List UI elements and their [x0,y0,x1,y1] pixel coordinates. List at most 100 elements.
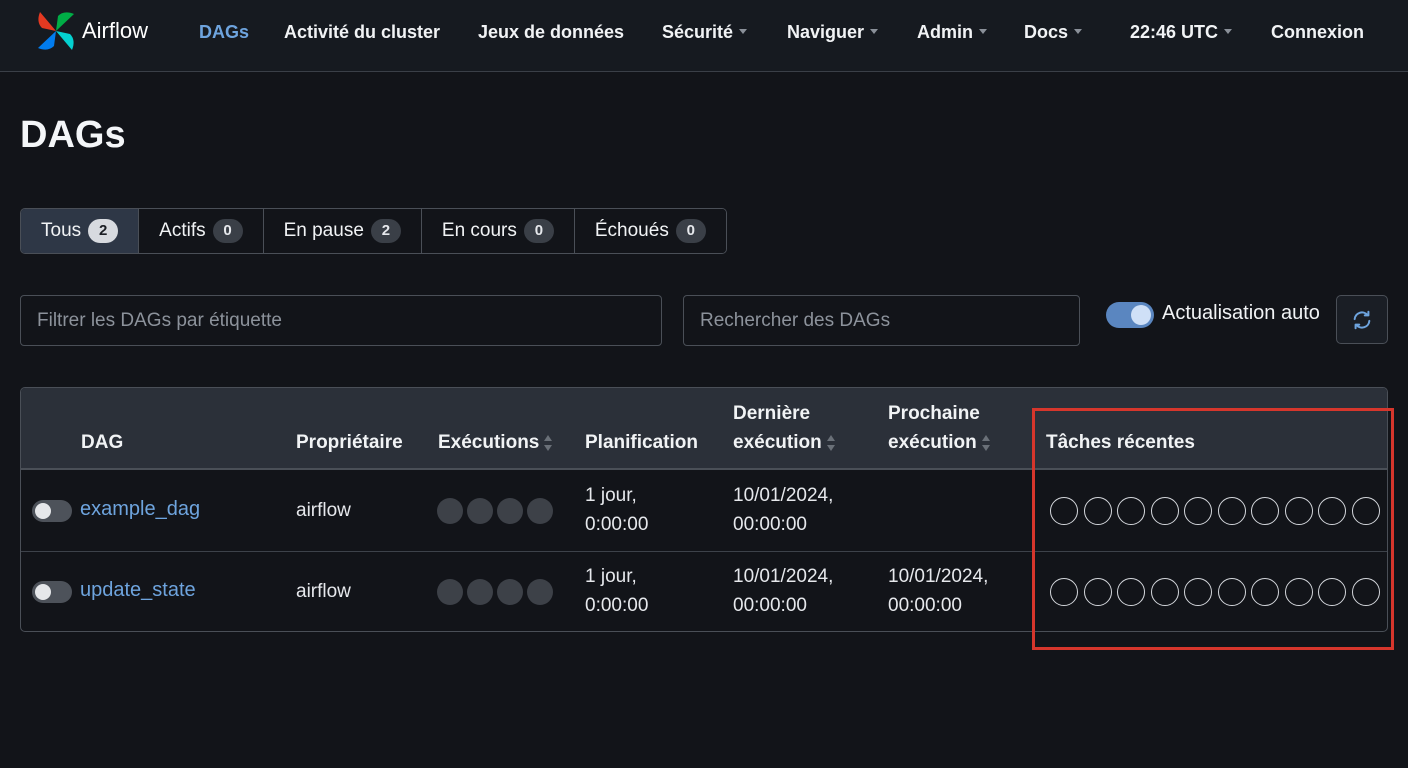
next-run-cell: 10/01/2024, 00:00:00 [888,562,988,620]
next-run-line2: 00:00:00 [888,595,962,616]
nav-security[interactable]: Sécurité [662,22,748,43]
header-next-run-label: exécution [888,432,977,453]
count-badge: 0 [523,219,554,243]
pause-toggle[interactable] [32,581,72,603]
nav-datasets[interactable]: Jeux de données [478,22,624,43]
task-status-circle[interactable] [1050,578,1078,606]
nav-dags[interactable]: DAGs [199,22,249,43]
last-run-line2: 00:00:00 [733,514,807,535]
run-status-dot[interactable] [527,579,553,605]
tab-active[interactable]: Actifs 0 [139,209,264,253]
nav-admin-label: Admin [917,22,973,42]
task-status-circle[interactable] [1284,578,1313,606]
last-run-line1: 10/01/2024, [733,485,834,506]
task-status-circle[interactable] [1083,578,1112,606]
toggle-knob [35,584,51,600]
chevron-down-icon [1074,28,1083,34]
header-dag[interactable]: DAG [81,428,123,457]
chevron-down-icon [1224,28,1233,34]
toggle-knob [35,503,51,519]
header-owner[interactable]: Propriétaire [296,428,403,457]
header-runs[interactable]: Exécutions [438,428,553,457]
tab-all[interactable]: Tous 2 [21,209,140,253]
tab-paused[interactable]: En pause 2 [263,209,422,253]
task-status-circle[interactable] [1251,578,1279,606]
owner-cell: airflow [296,500,351,521]
sort-icon [544,434,553,451]
task-status-circle[interactable] [1184,497,1212,525]
task-status-circle[interactable] [1184,578,1212,606]
chevron-down-icon [979,28,987,34]
tab-label: Actifs [159,220,206,241]
run-status-dot[interactable] [467,498,493,524]
dag-runs-status [437,498,553,524]
run-status-dot[interactable] [497,498,523,524]
task-status-circle[interactable] [1083,497,1112,525]
schedule-cell: 1 jour, 0:00:00 [585,481,648,539]
task-status-circle[interactable] [1318,497,1346,525]
sort-icon [826,434,835,451]
task-status-circle[interactable] [1217,578,1246,606]
navbar: Airflow DAGs Activité du cluster Jeux de… [0,0,1408,72]
refresh-button[interactable] [1336,295,1388,344]
run-status-dot[interactable] [527,498,553,524]
run-status-dot[interactable] [467,579,493,605]
tag-filter-input[interactable] [20,295,662,346]
schedule-line2: 0:00:00 [585,514,649,535]
owner-cell: airflow [296,581,351,602]
status-filter-tabs: Tous 2 Actifs 0 En pause 2 En cours 0 Éc… [20,208,727,254]
task-status-circle[interactable] [1284,497,1313,525]
last-run-line2: 00:00:00 [733,595,807,616]
dag-link[interactable]: example_dag [80,498,200,521]
count-badge: 2 [370,219,401,243]
dags-table: DAG Propriétaire Exécutions Planificatio… [20,387,1388,632]
count-badge: 0 [675,219,706,243]
header-next-run[interactable]: Prochaine exécution [888,399,991,457]
run-status-dot[interactable] [437,579,463,605]
next-run-line1: 10/01/2024, [888,566,989,587]
task-status-circle[interactable] [1117,578,1145,606]
nav-login[interactable]: Connexion [1271,22,1364,43]
task-status-circle[interactable] [1351,578,1380,606]
task-status-circle[interactable] [1150,497,1179,525]
dag-search-input[interactable] [683,295,1080,346]
header-last-run-line1: Dernière [733,403,811,424]
task-status-circle[interactable] [1251,497,1279,525]
run-status-dot[interactable] [497,579,523,605]
table-row: example_dag airflow 1 jour, 0:00:00 10/0… [21,471,1387,552]
nav-docs[interactable]: Docs [1024,22,1083,43]
count-badge: 0 [212,219,243,243]
table-row: update_state airflow 1 jour, 0:00:00 10/… [21,552,1387,631]
airflow-logo-icon [38,12,74,50]
task-status-circle[interactable] [1351,497,1380,525]
toggle-knob [1131,305,1151,325]
last-run-cell[interactable]: 10/01/2024, 00:00:00 [733,481,833,539]
nav-admin[interactable]: Admin [917,22,987,43]
recent-tasks-status [1050,578,1380,606]
nav-browse[interactable]: Naviguer [787,22,879,43]
run-status-dot[interactable] [437,498,463,524]
task-status-circle[interactable] [1050,497,1078,525]
header-recent-tasks: Tâches récentes [1046,432,1195,453]
auto-refresh-toggle[interactable] [1106,302,1154,328]
nav-cluster-activity[interactable]: Activité du cluster [284,22,440,43]
task-status-circle[interactable] [1217,497,1246,525]
last-run-cell[interactable]: 10/01/2024, 00:00:00 [733,562,833,620]
chevron-down-icon [739,28,748,34]
nav-time[interactable]: 22:46 UTC [1130,22,1233,43]
schedule-cell: 1 jour, 0:00:00 [585,562,648,620]
tab-running[interactable]: En cours 0 [421,209,575,253]
nav-time-label: 22:46 UTC [1130,22,1219,42]
task-status-circle[interactable] [1150,578,1179,606]
dag-link[interactable]: update_state [80,579,196,602]
header-schedule[interactable]: Planification [585,428,698,457]
header-runs-label: Exécutions [438,432,540,453]
tab-failed[interactable]: Échoués 0 [574,209,726,253]
tab-label: En pause [283,220,364,241]
pause-toggle[interactable] [32,500,72,522]
header-last-run[interactable]: Dernière exécution [733,399,836,457]
page-title: DAGs [20,114,126,156]
task-status-circle[interactable] [1117,497,1145,525]
header-next-run-line2: exécution [888,428,991,457]
task-status-circle[interactable] [1318,578,1346,606]
